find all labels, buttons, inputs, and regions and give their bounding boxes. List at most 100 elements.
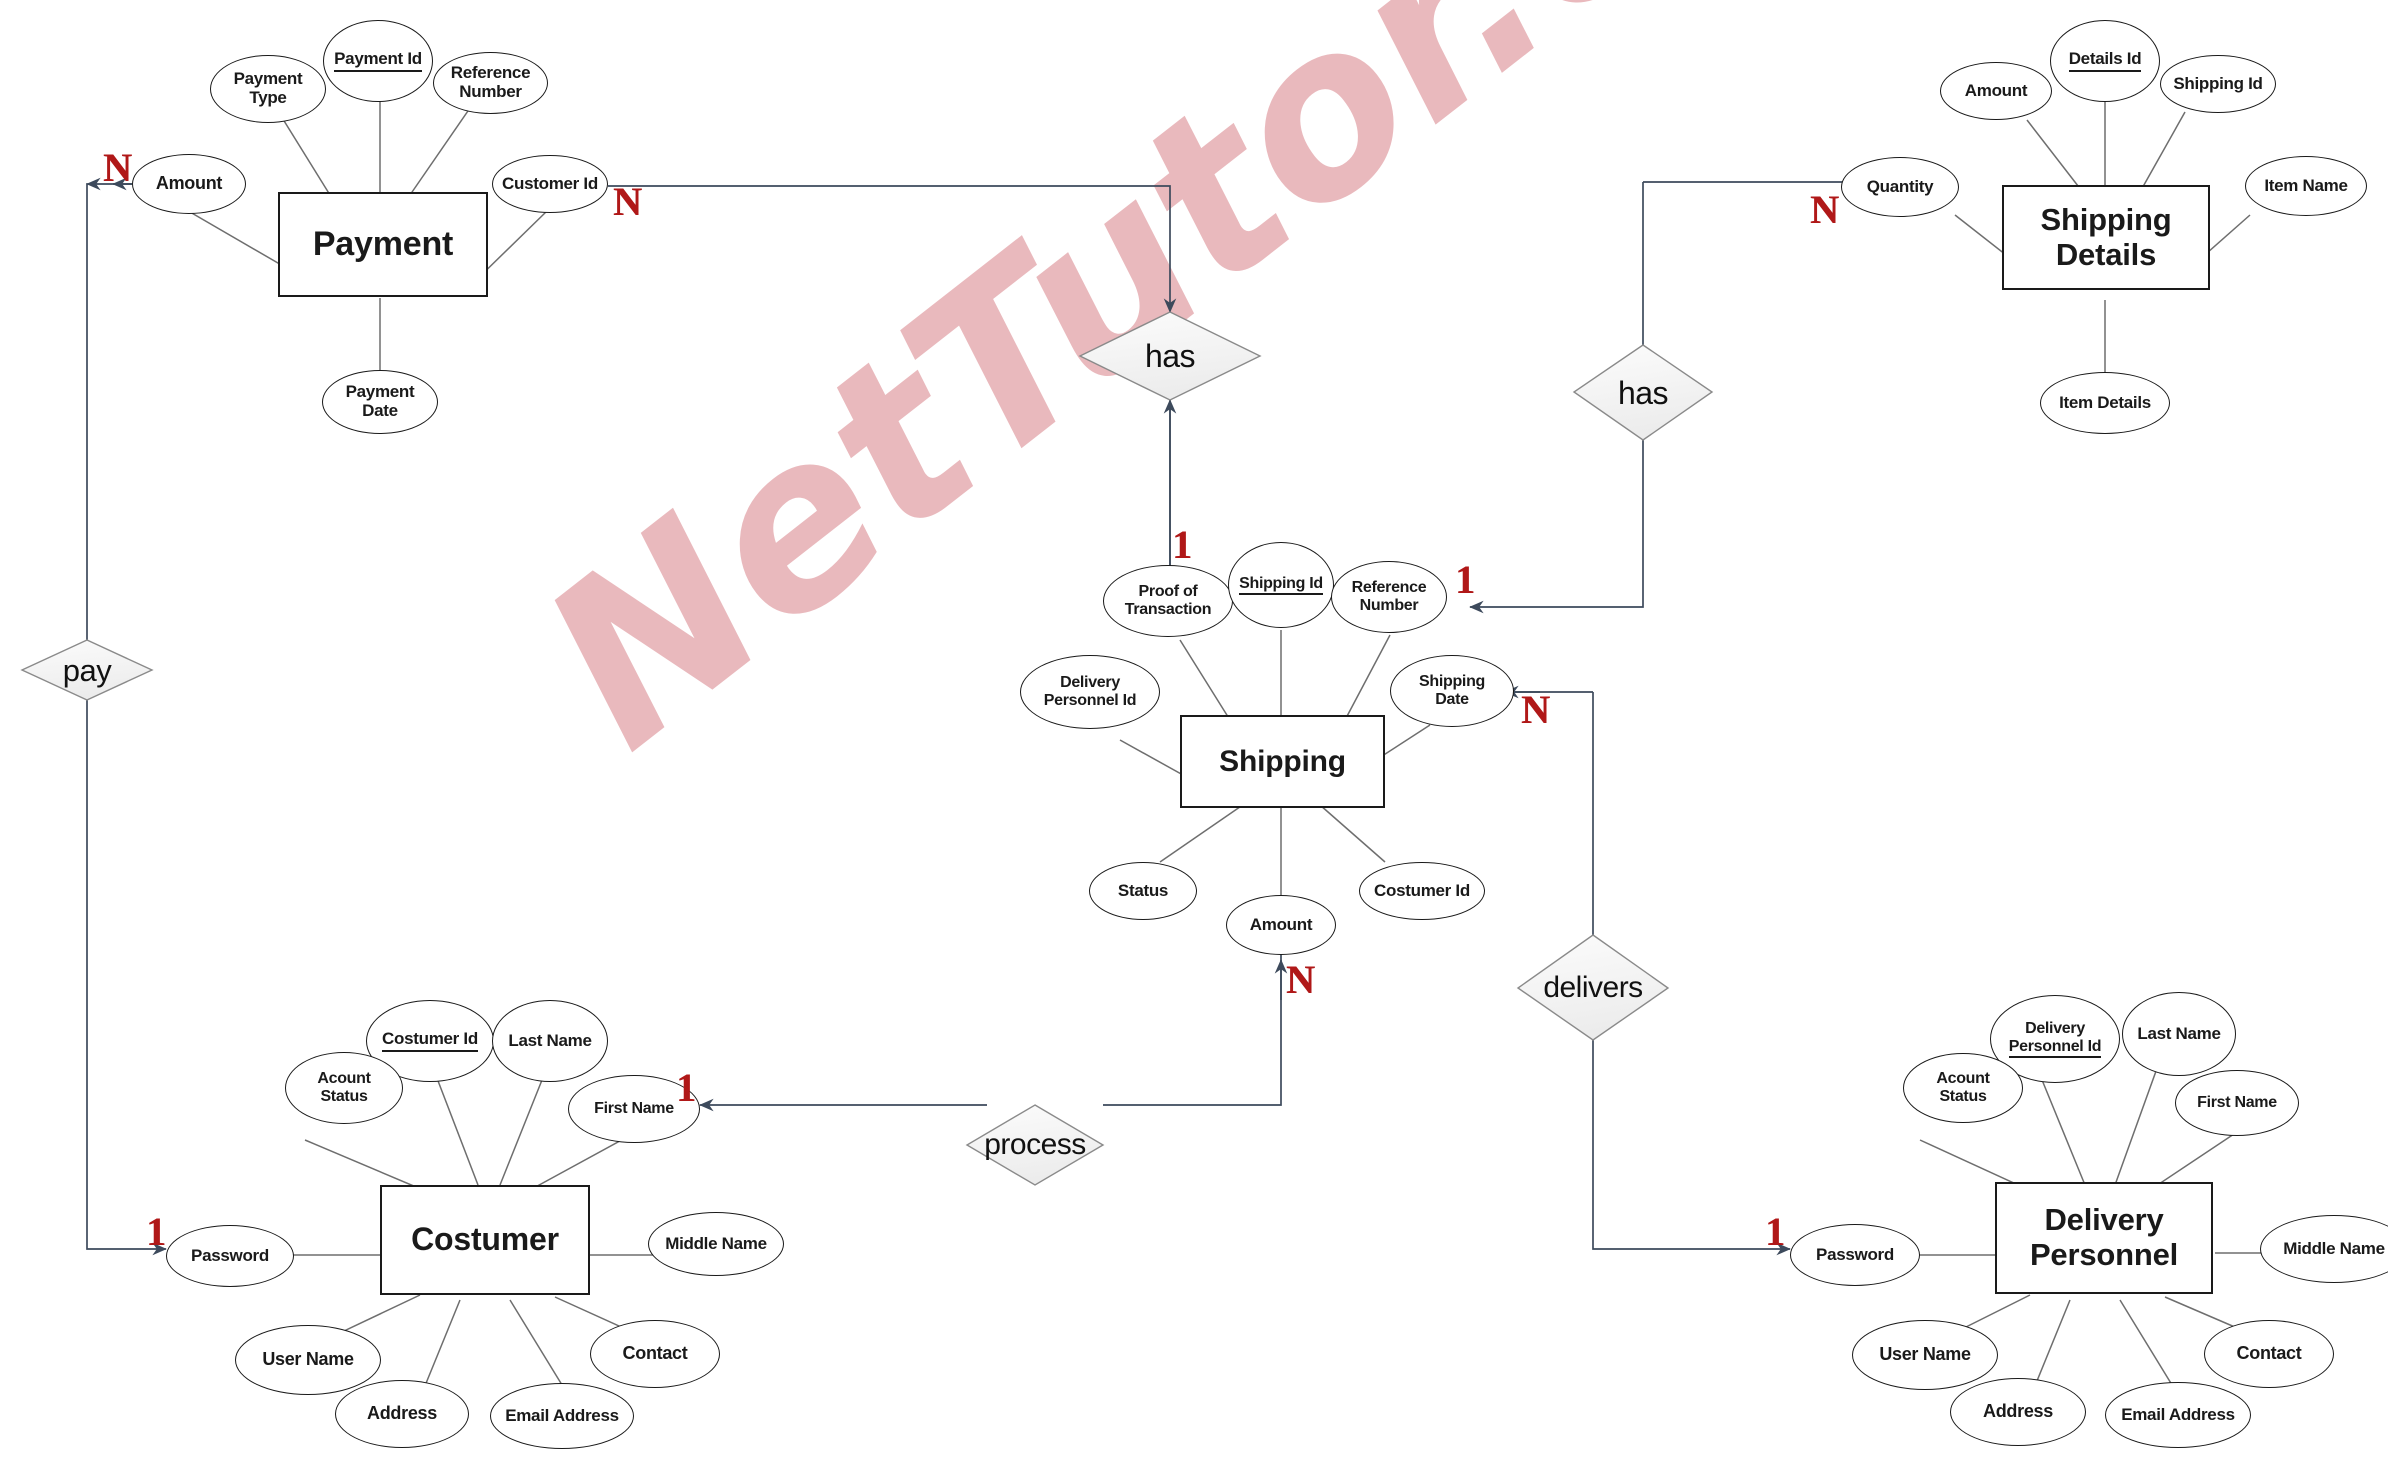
relationship-process[interactable]: process <box>967 1105 1103 1185</box>
attribute-label: Payment Type <box>233 69 303 107</box>
attribute-sh-shipping-id[interactable]: Shipping Id <box>1228 542 1334 628</box>
attribute-label: Middle Name <box>2283 1238 2385 1258</box>
attribute-sd-details-id[interactable]: Details Id <box>2050 20 2160 102</box>
attribute-sh-delivery-personnel-id[interactable]: Delivery Personnel Id <box>1020 655 1160 729</box>
attribute-label: Last Name <box>508 1030 592 1050</box>
relationship-label: has <box>1144 338 1196 374</box>
attribute-label: Delivery Personnel Id <box>1043 674 1137 709</box>
attribute-cu-password[interactable]: Password <box>166 1225 294 1287</box>
entity-costumer[interactable]: Costumer <box>380 1185 590 1295</box>
entity-payment[interactable]: Payment <box>278 192 488 297</box>
attribute-label: Delivery Personnel Id <box>2008 1020 2102 1059</box>
relationship-has-payment-shipping[interactable]: has <box>1080 312 1260 400</box>
cardinality-delivers-shipping-n: N <box>1521 687 1550 732</box>
attribute-label: Acount Status <box>1936 1070 1990 1105</box>
attribute-payment-type[interactable]: Payment Type <box>210 55 326 123</box>
attribute-label: Password <box>191 1245 269 1265</box>
attribute-label: Payment Id <box>334 49 422 72</box>
attribute-label: Status <box>1117 880 1169 900</box>
cardinality-pay-costumer-1: 1 <box>146 1209 166 1254</box>
attribute-cu-email-address[interactable]: Email Address <box>490 1383 634 1449</box>
attribute-label: Amount <box>1964 80 2028 100</box>
cardinality-process-costumer-1: 1 <box>676 1065 696 1110</box>
attribute-label: User Name <box>1879 1344 1971 1365</box>
attribute-payment-amount[interactable]: Amount <box>132 154 246 214</box>
attribute-label: Amount <box>155 173 223 194</box>
relationship-pay[interactable]: pay <box>22 640 152 700</box>
attribute-sd-amount[interactable]: Amount <box>1940 62 2052 120</box>
attribute-label: Amount <box>1249 914 1313 934</box>
attribute-label: Shipping Id <box>2173 73 2263 93</box>
attribute-cu-acount-status[interactable]: Acount Status <box>285 1052 403 1124</box>
attribute-label: Payment Date <box>345 382 415 420</box>
cardinality-has2-shipping-1: 1 <box>1455 557 1475 602</box>
attribute-label: Customer Id <box>502 173 598 193</box>
entity-costumer-label: Costumer <box>411 1221 559 1258</box>
attribute-label: Shipping Date <box>1418 673 1486 708</box>
attribute-sd-item-details[interactable]: Item Details <box>2040 372 2170 434</box>
attribute-cu-contact[interactable]: Contact <box>590 1320 720 1388</box>
entity-payment-label: Payment <box>312 225 454 264</box>
attribute-sh-amount[interactable]: Amount <box>1226 895 1336 955</box>
attribute-sd-item-name[interactable]: Item Name <box>2245 156 2367 216</box>
attribute-dp-address[interactable]: Address <box>1950 1378 2086 1446</box>
attribute-label: Reference Number <box>1351 579 1427 614</box>
entity-shipping[interactable]: Shipping <box>1180 715 1385 808</box>
attribute-label: First Name <box>2197 1094 2277 1112</box>
attribute-label: Costumer Id <box>382 1029 478 1052</box>
relationship-label: process <box>984 1128 1086 1161</box>
cardinality-delivers-personnel-1: 1 <box>1765 1209 1785 1254</box>
attribute-label: Proof of Transaction <box>1124 583 1212 618</box>
attribute-sh-costumer-id[interactable]: Costumer Id <box>1359 862 1485 920</box>
attribute-payment-id[interactable]: Payment Id <box>323 20 433 102</box>
attribute-label: Middle Name <box>665 1233 767 1253</box>
attribute-payment-customer-id[interactable]: Customer Id <box>492 155 608 213</box>
attribute-sh-proof-of-transaction[interactable]: Proof of Transaction <box>1103 565 1233 637</box>
entity-delivery-personnel[interactable]: Delivery Personnel <box>1995 1182 2213 1294</box>
attribute-cu-user-name[interactable]: User Name <box>235 1325 381 1395</box>
cardinality-process-shipping-n: N <box>1286 957 1315 1002</box>
attribute-label: First Name <box>594 1100 674 1118</box>
cardinality-has2-quantity-n: N <box>1810 187 1839 232</box>
attribute-dp-first-name[interactable]: First Name <box>2175 1070 2299 1136</box>
attribute-dp-last-name[interactable]: Last Name <box>2122 992 2236 1076</box>
attribute-label: Email Address <box>505 1405 619 1425</box>
attribute-label: Item Details <box>2059 392 2151 412</box>
attribute-sh-reference-number[interactable]: Reference Number <box>1331 561 1447 633</box>
attribute-dp-email-address[interactable]: Email Address <box>2105 1382 2251 1448</box>
attribute-label: User Name <box>262 1349 354 1370</box>
entity-shipping-details[interactable]: Shipping Details <box>2002 185 2210 290</box>
relationship-has-shipping-details[interactable]: has <box>1574 345 1712 440</box>
cardinality-has-shipping-1: 1 <box>1172 522 1192 567</box>
attribute-label: Details Id <box>2068 49 2142 72</box>
attribute-sd-shipping-id[interactable]: Shipping Id <box>2160 55 2276 113</box>
attribute-label: Item Name <box>2264 175 2348 195</box>
attribute-dp-acount-status[interactable]: Acount Status <box>1903 1053 2023 1123</box>
attribute-label: Quantity <box>1866 176 1934 196</box>
attribute-dp-contact[interactable]: Contact <box>2204 1320 2334 1388</box>
attribute-label: Address <box>1983 1401 2053 1422</box>
attribute-cu-middle-name[interactable]: Middle Name <box>648 1212 784 1276</box>
attribute-cu-last-name[interactable]: Last Name <box>492 1000 608 1082</box>
attribute-dp-password[interactable]: Password <box>1790 1224 1920 1286</box>
attribute-sh-status[interactable]: Status <box>1089 862 1197 920</box>
attribute-label: Shipping Id <box>1239 575 1323 596</box>
attribute-sd-quantity[interactable]: Quantity <box>1841 157 1959 217</box>
relationship-delivers[interactable]: delivers <box>1518 935 1668 1040</box>
attribute-label: Address <box>367 1403 437 1424</box>
cardinality-has-customerid-n: N <box>613 179 642 224</box>
attribute-label: Acount Status <box>317 1070 371 1105</box>
attribute-payment-reference-number[interactable]: Reference Number <box>433 52 548 114</box>
attribute-cu-address[interactable]: Address <box>335 1380 469 1448</box>
attribute-dp-user-name[interactable]: User Name <box>1852 1320 1998 1390</box>
attribute-dp-middle-name[interactable]: Middle Name <box>2260 1215 2388 1283</box>
attribute-label: Password <box>1816 1244 1894 1264</box>
attribute-label: Reference Number <box>450 63 531 101</box>
entity-shipping-label: Shipping <box>1219 744 1346 778</box>
attribute-label: Last Name <box>2137 1023 2221 1043</box>
attribute-label: Contact <box>2236 1343 2302 1364</box>
entity-delivery-personnel-label: Delivery Personnel <box>2029 1202 2179 1272</box>
attribute-payment-date[interactable]: Payment Date <box>322 370 438 434</box>
attribute-sh-shipping-date[interactable]: Shipping Date <box>1390 655 1514 727</box>
attribute-label: Contact <box>622 1343 688 1364</box>
